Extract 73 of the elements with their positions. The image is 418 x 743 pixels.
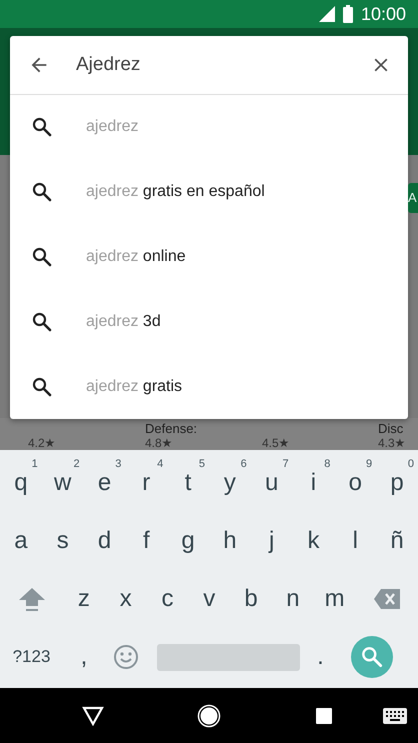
app-rating: 4.2★ <box>28 436 57 450</box>
back-nav-button[interactable] <box>82 706 104 726</box>
key-hint: 7 <box>282 458 289 470</box>
key-hint: 9 <box>366 458 372 470</box>
app-title: Disc <box>378 421 404 436</box>
keyboard-key[interactable]: g <box>167 514 209 568</box>
keyboard-key[interactable]: j <box>250 514 293 568</box>
keyboard-key[interactable]: d <box>84 514 126 568</box>
back-triangle-icon <box>82 706 104 726</box>
keyboard-key[interactable]: y 6 <box>208 456 251 510</box>
home-nav-button[interactable] <box>197 704 221 728</box>
search-icon <box>30 115 54 140</box>
search-field[interactable]: Ajedrez <box>76 54 344 76</box>
shift-icon <box>18 585 46 613</box>
keyboard-key[interactable]: i 8 <box>292 456 334 510</box>
keyboard-key[interactable]: l <box>334 514 376 568</box>
symbols-key[interactable]: ?123 <box>0 630 63 684</box>
install-chip[interactable]: A <box>408 183 418 213</box>
suggestion-item[interactable]: ajedrez gratis <box>10 354 408 419</box>
suggestion-text: ajedrez 3d <box>86 312 161 331</box>
keyboard-key[interactable]: q 1 <box>0 456 42 510</box>
suggestion-text: ajedrez <box>86 118 138 136</box>
keyboard-key[interactable]: k <box>292 514 334 568</box>
keyboard-key[interactable]: o 9 <box>334 456 376 510</box>
key-hint: 6 <box>240 458 247 470</box>
keyboard-key[interactable]: e 3 <box>84 456 126 510</box>
keyboard-key[interactable]: . <box>300 630 342 684</box>
square-icon <box>316 708 332 724</box>
keyboard-key[interactable]: a <box>0 514 42 568</box>
keyboard-key[interactable]: , <box>63 630 105 684</box>
keyboard-key[interactable]: b <box>230 572 272 626</box>
keyboard-key[interactable]: r 4 <box>125 456 168 510</box>
app-rating: 4.5★ <box>262 436 291 450</box>
keyboard-key[interactable]: z <box>63 572 105 626</box>
suggestion-item[interactable]: ajedrez gratis en español <box>10 160 408 225</box>
signal-icon <box>318 6 335 22</box>
keyboard-key[interactable]: ñ <box>376 514 418 568</box>
keyboard-key[interactable]: m <box>314 572 356 626</box>
keyboard-key[interactable]: t 5 <box>167 456 209 510</box>
recents-nav-button[interactable] <box>316 708 332 724</box>
key-hint: 0 <box>408 458 414 470</box>
keyboard-key[interactable]: c <box>146 572 188 626</box>
keyboard-key[interactable]: s <box>42 514 84 568</box>
keyboard-key[interactable]: p 0 <box>376 456 418 510</box>
app-rating: 4.3★ <box>378 436 407 450</box>
suggestion-text: ajedrez online <box>86 248 186 266</box>
keyboard-key[interactable]: u 7 <box>250 456 293 510</box>
suggestion-item[interactable]: ajedrez online <box>10 224 408 290</box>
suggestion-item[interactable]: ajedrez 3d <box>10 289 408 354</box>
suggestion-text: ajedrez gratis en español <box>86 183 265 202</box>
clock-time: 10:00 <box>360 4 406 24</box>
keyboard-key[interactable]: w 2 <box>42 456 84 510</box>
keyboard-key[interactable]: x <box>104 572 147 626</box>
key-hint: 1 <box>32 458 38 470</box>
app-rating: 4.8★ <box>145 436 174 450</box>
key-hint: 8 <box>324 458 330 470</box>
key-hint: 5 <box>198 458 205 470</box>
keyboard-key[interactable]: v <box>188 572 230 626</box>
home-circle-icon <box>197 704 221 728</box>
keyboard-switch-button[interactable] <box>383 708 407 724</box>
key-hint: 4 <box>157 458 164 470</box>
keyboard-icon <box>383 708 407 724</box>
search-icon <box>30 180 54 204</box>
suggestion-text: ajedrez gratis <box>86 378 182 396</box>
keyboard-key[interactable]: h <box>208 514 251 568</box>
backspace-icon <box>373 588 402 610</box>
keyboard-key[interactable]: f <box>125 514 168 568</box>
smiley-icon <box>112 644 139 670</box>
key-hint: 2 <box>73 458 80 470</box>
key-hint: 3 <box>115 458 122 470</box>
battery-icon <box>342 5 353 23</box>
keyboard-key[interactable]: n <box>272 572 314 626</box>
app-title: Defense: <box>145 421 198 436</box>
